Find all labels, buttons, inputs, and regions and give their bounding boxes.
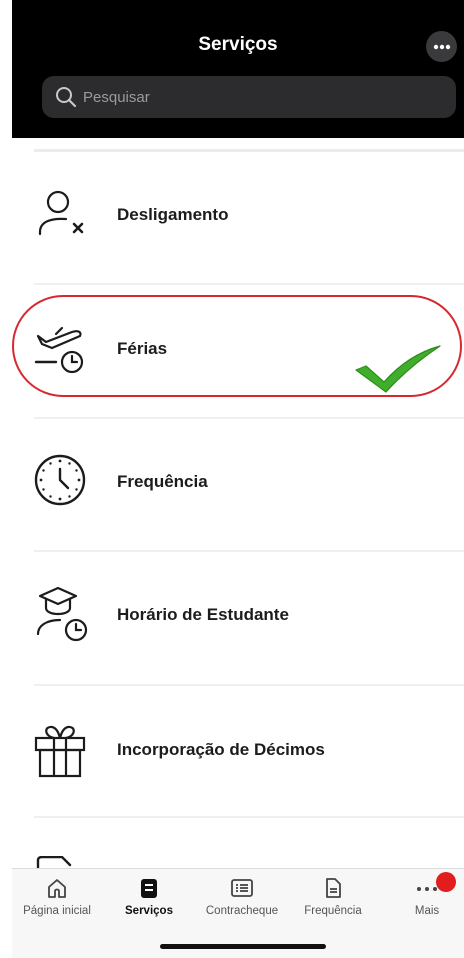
- service-label: Incorporação de Décimos: [117, 740, 325, 759]
- tab-pagina-inicial[interactable]: Página inicial: [12, 877, 102, 929]
- more-options-button[interactable]: [426, 31, 457, 62]
- service-item-desligamento[interactable]: Desligamento: [0, 152, 464, 284]
- gift-icon: [34, 725, 86, 778]
- service-item-incorporacao-decimos[interactable]: Incorporação de Décimos: [0, 686, 464, 818]
- search-icon: [56, 87, 77, 108]
- list-icon: [231, 879, 253, 897]
- tab-label: Página inicial: [23, 905, 91, 917]
- page-title: Serviços: [198, 34, 278, 55]
- graduate-clock-icon: [36, 586, 88, 642]
- checkmark-icon: [355, 345, 441, 393]
- notification-badge: [436, 872, 456, 892]
- tab-frequencia[interactable]: Frequência: [288, 877, 378, 929]
- service-label: Horário de Estudante: [117, 605, 289, 624]
- service-item-frequencia[interactable]: Frequência: [0, 419, 464, 551]
- search-bar[interactable]: [42, 76, 456, 118]
- home-icon: [48, 879, 66, 898]
- search-input[interactable]: [83, 88, 423, 106]
- tab-label: Serviços: [125, 905, 173, 917]
- service-label: Frequência: [117, 472, 208, 491]
- home-indicator: [160, 944, 326, 949]
- header: Serviços: [12, 0, 464, 138]
- user-remove-icon: [38, 190, 84, 236]
- tab-contracheque[interactable]: Contracheque: [197, 877, 287, 929]
- ellipsis-icon: [433, 44, 450, 49]
- document-icon: [326, 878, 341, 898]
- service-item-horario-estudante[interactable]: Horário de Estudante: [0, 552, 464, 684]
- tab-label: Contracheque: [205, 905, 279, 917]
- services-icon: [141, 879, 157, 898]
- tab-label: Frequência: [304, 905, 362, 917]
- tab-label: Mais: [414, 905, 440, 917]
- service-label: Desligamento: [117, 205, 229, 224]
- divider: [34, 816, 464, 818]
- clock-icon: [34, 454, 86, 506]
- tab-servicos[interactable]: Serviços: [104, 877, 194, 929]
